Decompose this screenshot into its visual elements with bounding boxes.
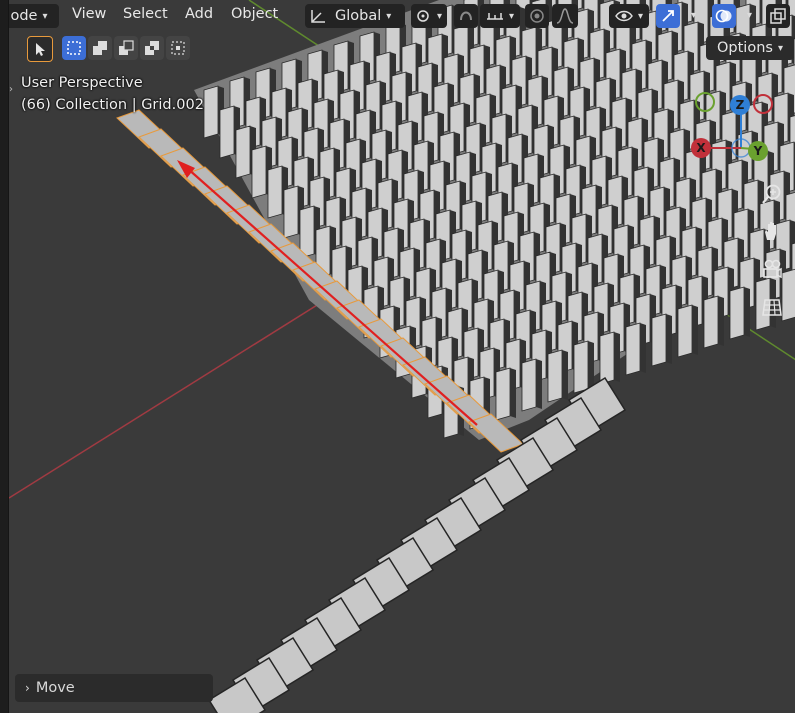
block	[573, 340, 589, 394]
select-mode-extend-button[interactable]	[88, 36, 112, 60]
viewport-perspective-label: User Perspective	[21, 75, 143, 91]
grid-view-icon	[762, 299, 782, 316]
camera-view-button[interactable]	[757, 254, 787, 284]
orientation-icon	[311, 10, 325, 23]
block	[495, 367, 511, 421]
gizmo-z-ball[interactable]: Z	[730, 95, 750, 115]
xray-toggle[interactable]	[766, 4, 790, 28]
block-side	[744, 287, 750, 337]
viewport-collection-label: (66) Collection | Grid.002	[21, 97, 204, 113]
orientation-label: Global	[335, 8, 382, 24]
xray-icon	[770, 8, 786, 24]
pan-icon	[765, 222, 776, 240]
menu-select[interactable]: Select	[123, 6, 168, 22]
falloff-icon	[556, 8, 574, 24]
block-side	[562, 350, 568, 400]
camera-icon	[763, 259, 782, 279]
mode-label: ode	[10, 8, 38, 24]
select-tool-button[interactable]	[27, 36, 53, 62]
chevron-down-icon: ▾	[42, 10, 48, 22]
chevron-down-icon: ▾	[436, 10, 443, 22]
block-grid	[203, 0, 795, 439]
block	[677, 304, 693, 358]
block	[729, 286, 745, 340]
menu-add[interactable]: Add	[185, 6, 213, 22]
pivot-icon	[417, 10, 429, 22]
3d-viewport[interactable]: ode ▾ View Select Add Object Global ▾ ▾ ▾ …	[8, 0, 795, 713]
snap-toggle[interactable]	[454, 4, 478, 28]
chevron-down-icon: ▾	[386, 10, 392, 22]
chevron-down-icon: ▾	[637, 10, 644, 22]
block	[235, 125, 251, 179]
select-box-icon	[67, 41, 81, 55]
block	[625, 322, 641, 376]
block-side	[666, 314, 672, 364]
block-side	[640, 323, 646, 373]
proportional-falloff-dropdown[interactable]	[552, 4, 578, 28]
menu-object[interactable]: Object	[231, 6, 278, 22]
gizmo-toggle[interactable]	[656, 4, 680, 28]
overlay-toggle[interactable]	[712, 4, 736, 28]
block-side	[510, 368, 516, 418]
gizmo-dropdown-chevron-icon[interactable]: ▾	[691, 10, 696, 21]
block	[219, 105, 235, 159]
cursor-icon	[36, 43, 45, 56]
block	[651, 313, 667, 367]
zoom-icon	[762, 184, 781, 204]
chevron-down-icon: ▾	[508, 10, 515, 22]
select-mode-invert-button[interactable]	[140, 36, 164, 60]
block-side	[614, 332, 620, 382]
visibility-icon	[615, 10, 633, 22]
select-mode-new-button[interactable]	[62, 36, 86, 60]
overlay-icon	[715, 9, 732, 23]
options-dropdown[interactable]: Options ▾	[706, 36, 794, 60]
block	[283, 185, 299, 239]
block	[299, 205, 315, 259]
block	[703, 295, 719, 349]
last-operator-panel[interactable]: › Move	[15, 674, 213, 702]
options-label: Options	[717, 40, 773, 56]
snap-icon	[460, 11, 472, 21]
overlay-dropdown-chevron-icon[interactable]: ▾	[747, 10, 752, 21]
visibility-dropdown[interactable]: ▾	[609, 4, 649, 28]
block-side	[588, 341, 594, 391]
mode-invert-icon	[145, 41, 159, 55]
pivot-point-dropdown[interactable]: ▾	[411, 4, 447, 28]
proportional-edit-toggle[interactable]	[525, 4, 549, 28]
block-side	[536, 359, 542, 409]
transform-orientation-dropdown[interactable]: Global ▾	[305, 4, 405, 28]
gizmo-y-ball[interactable]: Y	[748, 141, 768, 161]
toggle-projection-button[interactable]	[757, 292, 787, 322]
chevron-right-icon: ›	[25, 681, 30, 695]
block	[547, 349, 563, 403]
block	[521, 358, 537, 412]
gizmo-neg-y-ball[interactable]	[695, 92, 715, 112]
block	[267, 165, 283, 219]
gizmo-icon	[662, 10, 674, 22]
menu-view[interactable]: View	[72, 6, 106, 22]
pan-button[interactable]	[757, 216, 787, 246]
zoom-button[interactable]	[757, 179, 787, 209]
gizmo-x-ball[interactable]: X	[691, 138, 711, 158]
mode-subtract-icon	[119, 40, 134, 55]
snap-target-dropdown[interactable]: ▾	[480, 4, 520, 28]
block-side	[718, 296, 724, 346]
chevron-down-icon: ▾	[777, 42, 783, 54]
snap-increment-icon	[486, 13, 503, 20]
proportional-icon	[530, 9, 544, 23]
mode-extend-icon	[93, 41, 107, 55]
last-operator-label: Move	[35, 680, 75, 696]
block	[251, 145, 267, 199]
mode-selector[interactable]: ode ▾	[9, 4, 59, 28]
near-block-row	[207, 376, 627, 713]
chevron-right-icon[interactable]: ›	[9, 84, 13, 95]
block	[599, 331, 615, 385]
block-side	[692, 305, 698, 355]
select-mode-intersect-button[interactable]	[166, 36, 190, 60]
block	[203, 85, 219, 139]
select-mode-subtract-button[interactable]	[114, 36, 138, 60]
gizmo-neg-x-ball[interactable]	[753, 94, 773, 114]
mode-intersect-icon	[171, 41, 185, 55]
